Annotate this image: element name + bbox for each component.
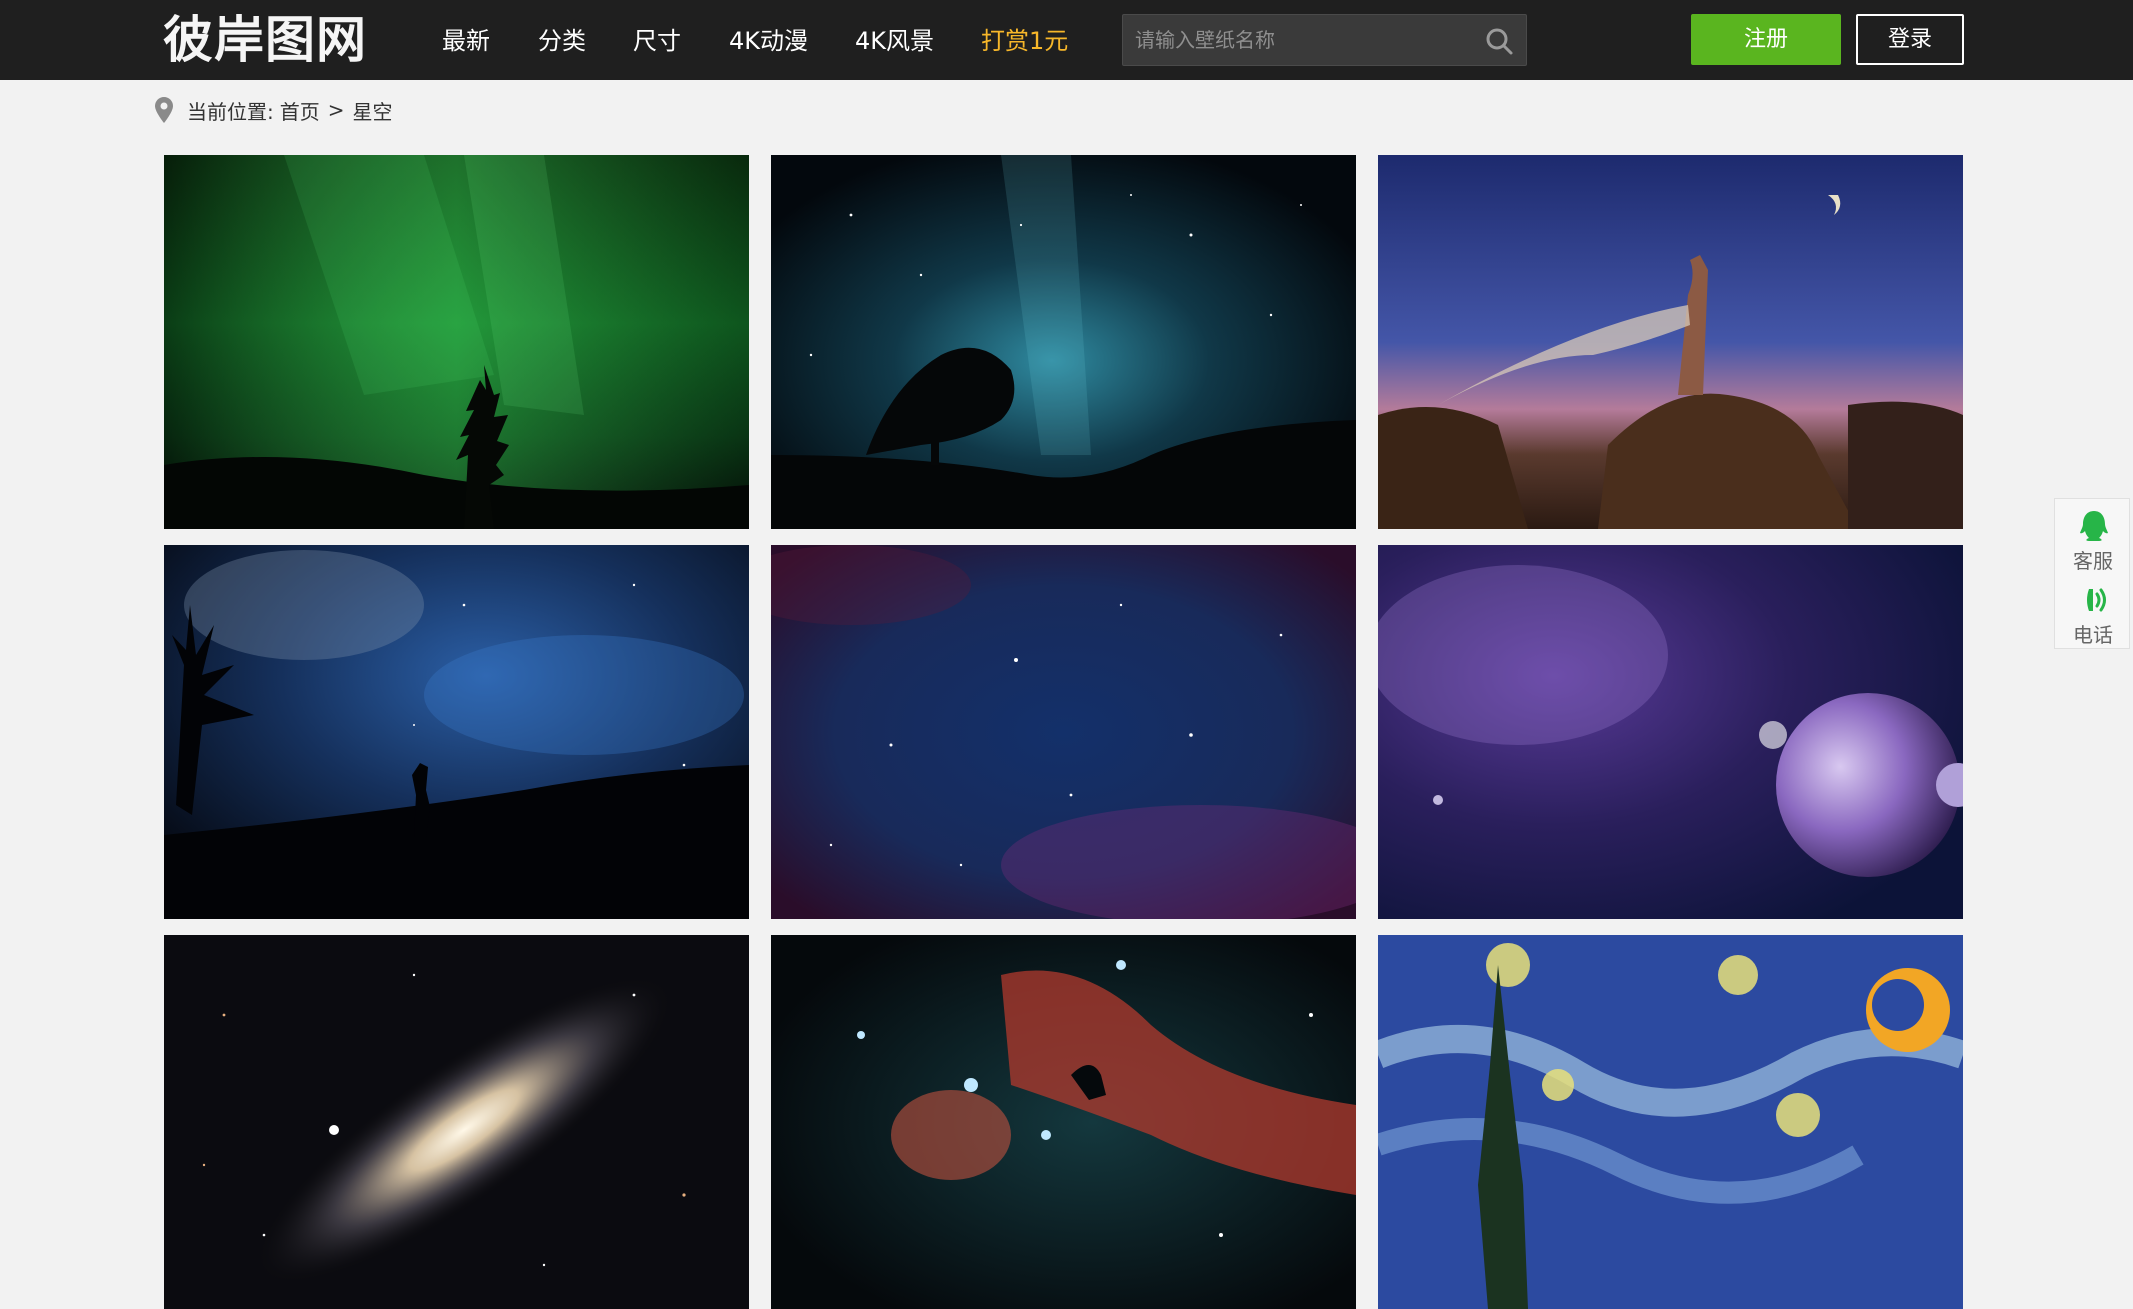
breadcrumb-prefix: 当前位置:: [187, 99, 274, 124]
top-header: 彼岸图网 最新 分类 尺寸 4K动漫 4K风景 打赏1元 注册 登录: [0, 0, 2133, 80]
wallpaper-grid: [164, 155, 1964, 1309]
wallpaper-thumb-aurora[interactable]: [164, 155, 749, 529]
register-button[interactable]: 注册: [1691, 14, 1841, 65]
nav-donate[interactable]: 打赏1元: [981, 24, 1068, 58]
wallpaper-thumb-milky-way[interactable]: [771, 155, 1356, 529]
wallpaper-thumb-horsehead-nebula[interactable]: [771, 935, 1356, 1309]
breadcrumb-home-link[interactable]: 首页: [280, 96, 320, 125]
wallpaper-thumb-purple-planet[interactable]: [1378, 545, 1963, 919]
nav-size[interactable]: 尺寸: [633, 24, 681, 58]
breadcrumb-separator: >: [327, 98, 345, 122]
phone-service[interactable]: 电话: [2055, 577, 2131, 647]
breadcrumb-current[interactable]: 星空: [353, 96, 393, 125]
phone-label: 电话: [2073, 623, 2113, 647]
nav-4k-anime[interactable]: 4K动漫: [729, 24, 808, 58]
wallpaper-thumb-starfield[interactable]: [771, 545, 1356, 919]
search-input[interactable]: [1135, 23, 1465, 57]
customer-service-label: 客服: [2073, 549, 2113, 573]
customer-service-qq[interactable]: 客服: [2055, 503, 2131, 573]
phone-icon: [2087, 588, 2106, 612]
nav-4k-scenery[interactable]: 4K风景: [855, 24, 934, 58]
wallpaper-thumb-andromeda[interactable]: [164, 935, 749, 1309]
breadcrumb: 当前位置: 首页 > 星空: [155, 94, 393, 126]
search-box: [1122, 14, 1527, 66]
login-button[interactable]: 登录: [1856, 14, 1964, 65]
location-pin-icon: [155, 97, 173, 123]
nav-latest[interactable]: 最新: [442, 24, 490, 58]
wallpaper-thumb-starry-night[interactable]: [1378, 935, 1963, 1309]
site-logo[interactable]: 彼岸图网: [163, 10, 367, 70]
qq-icon: [2080, 511, 2108, 541]
nav-category[interactable]: 分类: [538, 24, 586, 58]
wallpaper-thumb-woman-rock[interactable]: [1378, 155, 1963, 529]
wallpaper-thumb-couple-night[interactable]: [164, 545, 749, 919]
floating-service-bar: 客服 电话: [2054, 498, 2130, 649]
search-icon[interactable]: [1484, 26, 1514, 56]
